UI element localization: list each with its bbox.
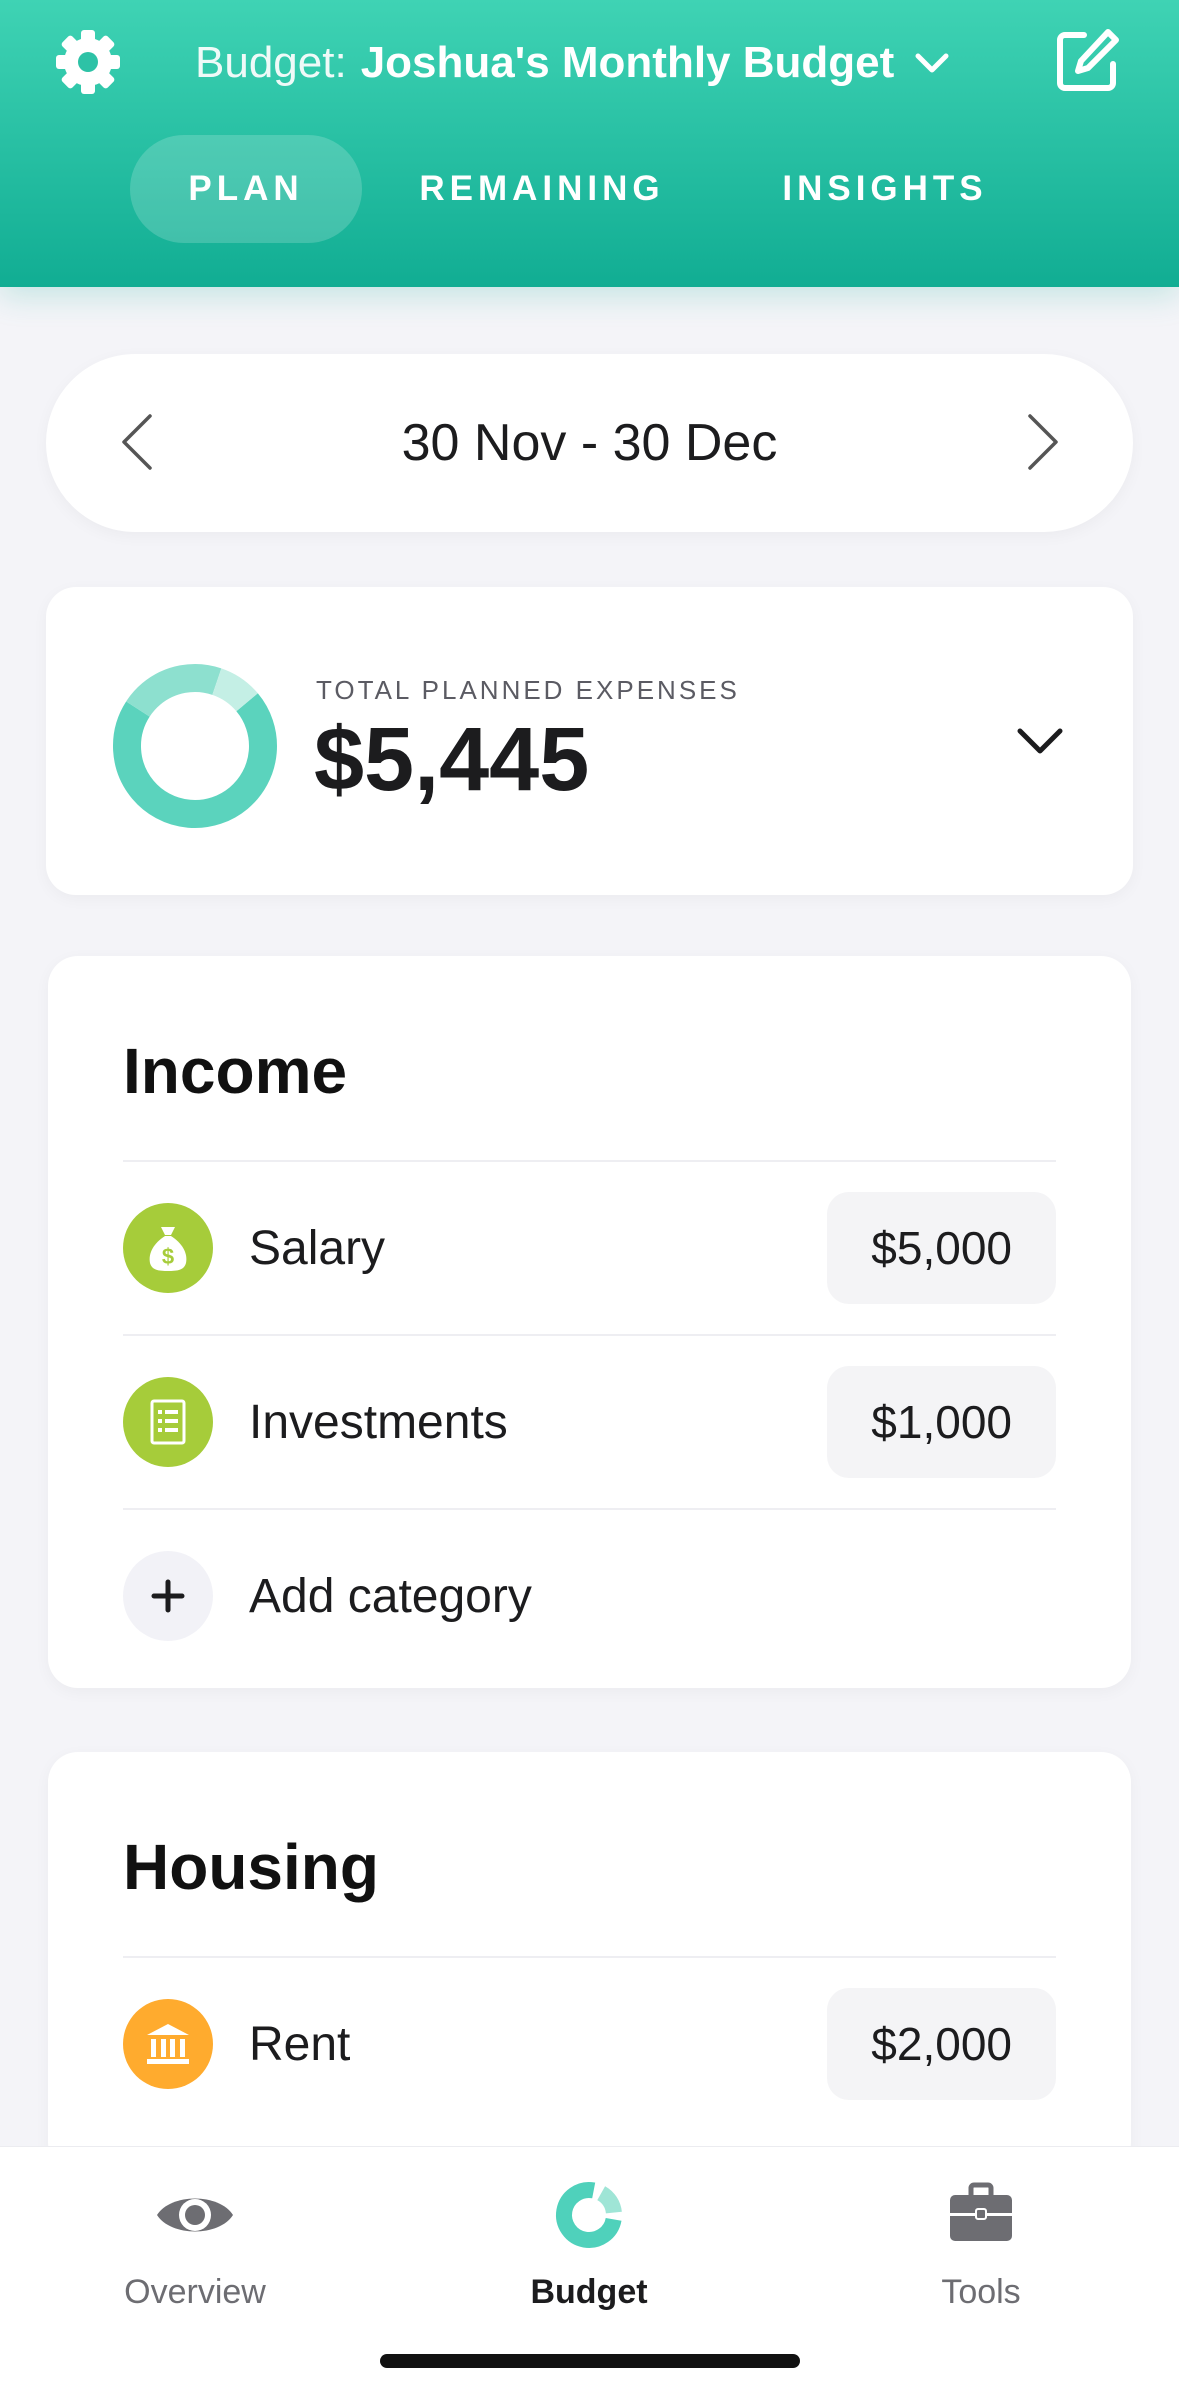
tab-remaining[interactable]: REMAINING — [400, 135, 684, 243]
tab-insights[interactable]: INSIGHTS — [760, 135, 1010, 243]
total-planned-card[interactable]: TOTAL PLANNED EXPENSES $5,445 — [46, 587, 1133, 895]
expenses-donut-icon — [113, 664, 277, 828]
bank-icon — [123, 1999, 213, 2089]
income-amount[interactable]: $5,000 — [827, 1192, 1056, 1304]
budget-prefix: Budget: — [195, 38, 347, 87]
chevron-right-icon[interactable] — [1010, 412, 1070, 472]
income-amount[interactable]: $1,000 — [827, 1366, 1056, 1478]
income-title: Income — [123, 1035, 348, 1107]
tab-budget[interactable]: Budget — [439, 2167, 739, 2317]
budget-donut-icon — [556, 2182, 622, 2248]
svg-text:$: $ — [162, 1244, 174, 1269]
chevron-down-icon[interactable] — [1008, 709, 1072, 773]
tab-overview-label: Overview — [124, 2273, 266, 2311]
tab-budget-label: Budget — [530, 2273, 648, 2311]
period-selector: 30 Nov - 30 Dec — [46, 354, 1133, 532]
housing-amount[interactable]: $2,000 — [827, 1988, 1056, 2100]
toolbox-icon — [950, 2182, 1012, 2241]
tab-overview[interactable]: Overview — [45, 2167, 345, 2317]
home-indicator — [380, 2354, 800, 2368]
budget-selector[interactable]: Budget: Joshua's Monthly Budget — [195, 30, 952, 96]
income-label: Investments — [249, 1395, 508, 1449]
edit-icon[interactable] — [1052, 26, 1122, 96]
tab-tools-label: Tools — [941, 2273, 1021, 2311]
money-bag-icon: $ — [123, 1203, 213, 1293]
top-header: Budget: Joshua's Monthly Budget PLAN REM… — [0, 0, 1179, 287]
housing-label: Rent — [249, 2017, 351, 2071]
total-caption: TOTAL PLANNED EXPENSES — [316, 675, 740, 705]
housing-title: Housing — [123, 1831, 379, 1903]
add-category-label: Add category — [249, 1569, 532, 1623]
budget-name: Joshua's Monthly Budget — [360, 38, 895, 87]
plus-icon — [123, 1551, 213, 1641]
document-icon — [123, 1377, 213, 1467]
income-card: Income $ Salary $5,000 Investments $1,00… — [48, 956, 1131, 1688]
gear-icon[interactable] — [52, 26, 124, 98]
budget-tabs: PLAN REMAINING INSIGHTS — [0, 135, 1179, 243]
period-label: 30 Nov - 30 Dec — [401, 414, 778, 472]
tab-tools[interactable]: Tools — [831, 2167, 1131, 2317]
add-category-button[interactable]: Add category — [123, 1510, 1056, 1682]
housing-row-rent[interactable]: Rent $2,000 — [123, 1958, 1056, 2130]
housing-card: Housing Rent $2,000 — [48, 1752, 1131, 2172]
income-row-salary[interactable]: $ Salary $5,000 — [123, 1162, 1056, 1334]
total-amount: $5,445 — [314, 710, 590, 810]
income-row-investments[interactable]: Investments $1,000 — [123, 1336, 1056, 1508]
tab-plan[interactable]: PLAN — [130, 135, 362, 243]
eye-icon — [157, 2198, 233, 2232]
income-label: Salary — [249, 1221, 386, 1275]
chevron-down-icon — [915, 53, 949, 73]
